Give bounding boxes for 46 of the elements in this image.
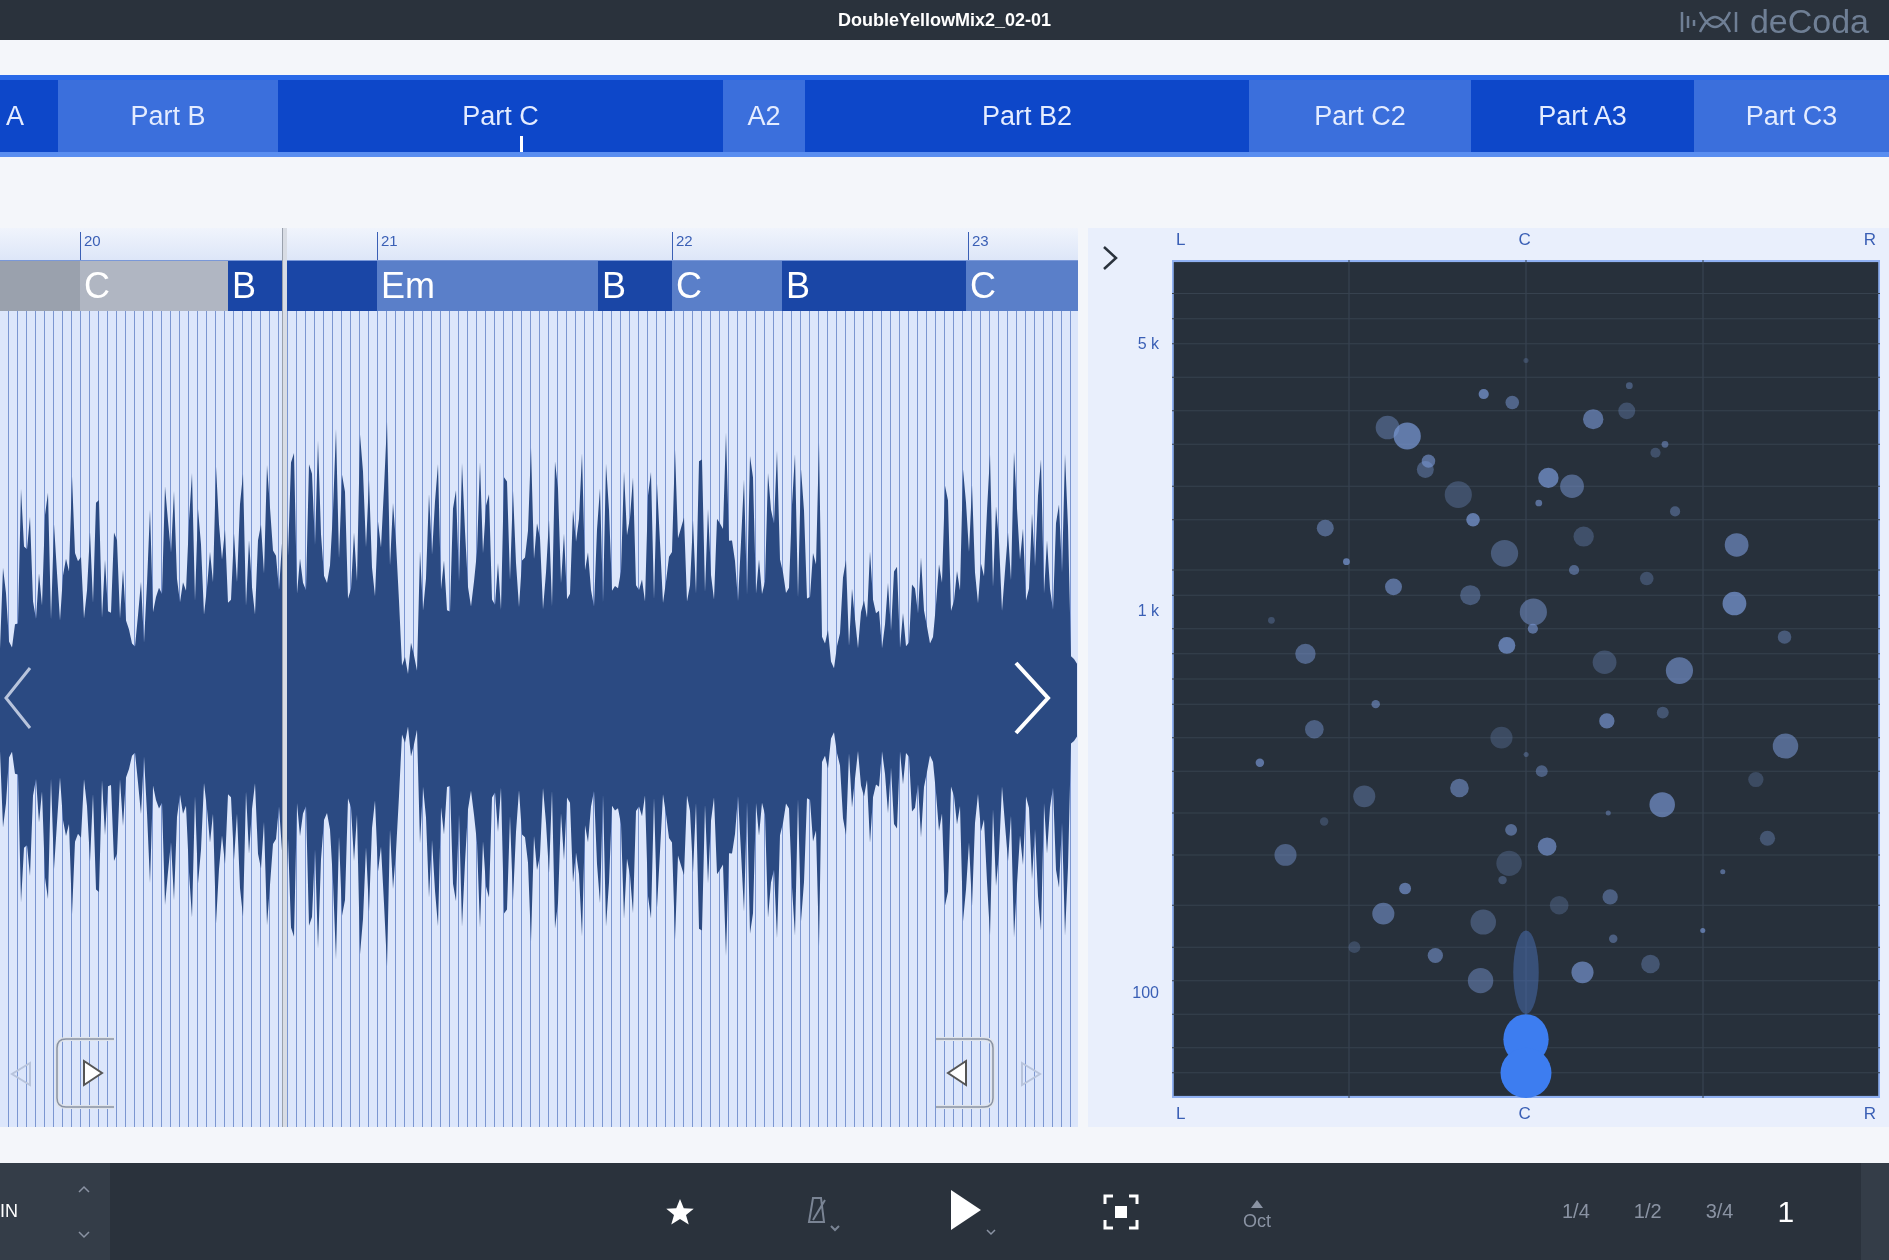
- pan-label: R: [1863, 1104, 1876, 1124]
- bar-number: 23: [968, 232, 989, 260]
- speed-option[interactable]: 1/4: [1562, 1200, 1590, 1223]
- pan-label: R: [1863, 230, 1876, 250]
- pan-label: C: [1518, 230, 1531, 250]
- chord-block[interactable]: Em: [377, 261, 598, 311]
- pan-label: C: [1518, 1104, 1531, 1124]
- pan-label: L: [1176, 1104, 1186, 1124]
- song-part[interactable]: Part B: [58, 80, 278, 152]
- left-chevron-icon[interactable]: [2, 666, 32, 730]
- song-part[interactable]: A: [0, 80, 58, 152]
- pan-label: L: [1176, 230, 1186, 250]
- chord-block[interactable]: C: [672, 261, 782, 311]
- input-selector[interactable]: IN: [0, 1163, 110, 1260]
- window-title: DoubleYellowMix2_02-01: [837, 9, 1052, 31]
- bar-number: 21: [377, 232, 398, 260]
- song-part[interactable]: Part C2: [1249, 80, 1471, 152]
- octave-button[interactable]: Oct: [1243, 1199, 1271, 1232]
- triangle-up-icon: [1250, 1199, 1264, 1209]
- bar-number: 22: [672, 232, 693, 260]
- chevron-right-icon[interactable]: [1102, 245, 1118, 271]
- speed-option[interactable]: 1: [1777, 1194, 1795, 1229]
- caret-down-icon[interactable]: [78, 1230, 90, 1239]
- frequency-label: 1 k: [1137, 602, 1159, 620]
- caret-up-icon[interactable]: [78, 1184, 90, 1193]
- right-triangle-icon[interactable]: [1020, 1061, 1042, 1087]
- chord-block[interactable]: B: [228, 261, 282, 311]
- frequency-label: 5 k: [1137, 335, 1159, 353]
- song-part[interactable]: Part C: [278, 80, 723, 152]
- app-logo: deCoda: [1749, 2, 1869, 41]
- song-part[interactable]: Part A3: [1471, 80, 1694, 152]
- right-chevron-icon[interactable]: [1012, 661, 1052, 735]
- song-part[interactable]: A2: [723, 80, 805, 152]
- chord-block[interactable]: B: [782, 261, 966, 311]
- frequency-label: 100: [1132, 984, 1159, 1002]
- chord-block[interactable]: B: [598, 261, 672, 311]
- chord-block[interactable]: C: [966, 261, 1078, 311]
- left-triangle-icon[interactable]: [10, 1061, 32, 1087]
- song-part[interactable]: Part B2: [805, 80, 1249, 152]
- song-part[interactable]: Part C3: [1694, 80, 1889, 152]
- input-label: IN: [0, 1201, 18, 1222]
- bar-number: 20: [80, 232, 101, 260]
- speed-option[interactable]: 1/2: [1633, 1200, 1662, 1223]
- position-marker[interactable]: [520, 136, 523, 152]
- fit-to-screen-icon[interactable]: [1103, 1193, 1139, 1230]
- speed-option[interactable]: 3/4: [1705, 1200, 1734, 1223]
